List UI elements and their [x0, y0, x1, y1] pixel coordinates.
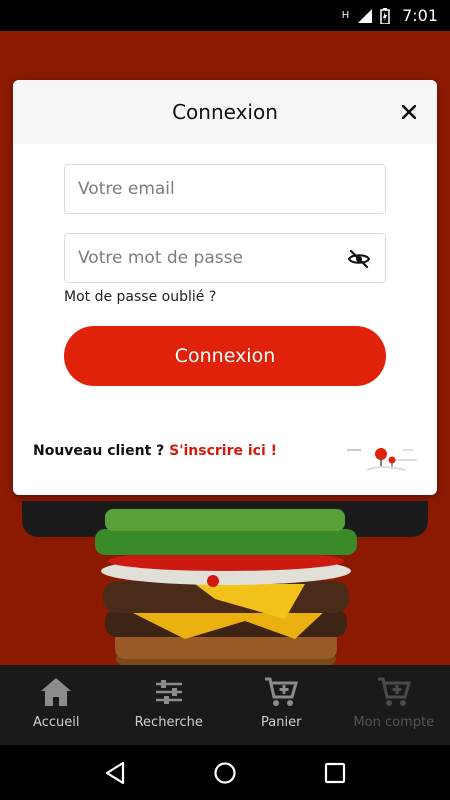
- login-modal: Connexion Mot de passe oublié ? Connexio…: [13, 80, 437, 495]
- sliders-icon: [155, 680, 182, 704]
- back-triangle-icon: [105, 761, 125, 784]
- back-button[interactable]: [100, 758, 130, 788]
- nav-account[interactable]: Mon compte: [338, 665, 450, 745]
- bottom-navigation: Accueil Recherche Panier Mon compte: [0, 665, 450, 745]
- modal-header: Connexion: [13, 80, 437, 144]
- new-client-label: Nouveau client ?: [33, 443, 165, 459]
- close-button[interactable]: [397, 100, 421, 124]
- email-field[interactable]: [64, 164, 386, 214]
- signup-row: Nouveau client ? S'inscrire ici !: [33, 443, 277, 459]
- nav-home-label: Accueil: [33, 715, 80, 730]
- signup-link[interactable]: S'inscrire ici !: [169, 443, 277, 459]
- nav-cart-label: Panier: [261, 715, 302, 730]
- nav-search-label: Recherche: [134, 715, 203, 730]
- system-navigation-bar: [0, 745, 450, 800]
- cart-plus-icon: [377, 677, 411, 706]
- cart-plus-icon: [265, 677, 299, 706]
- nav-home[interactable]: Accueil: [0, 665, 113, 745]
- password-input[interactable]: [78, 248, 335, 268]
- home-circle-icon: [214, 761, 236, 784]
- recents-button[interactable]: [320, 758, 350, 788]
- login-button[interactable]: Connexion: [64, 326, 386, 386]
- burger-image: [95, 509, 357, 665]
- close-icon: [402, 105, 416, 119]
- eye-slash-icon[interactable]: [347, 247, 371, 271]
- email-input[interactable]: [78, 179, 385, 199]
- nav-cart[interactable]: Panier: [225, 665, 338, 745]
- clock: 7:01: [402, 6, 438, 25]
- nav-search[interactable]: Recherche: [113, 665, 226, 745]
- nav-account-label: Mon compte: [353, 715, 435, 730]
- map-pin-decoration-icon: [347, 448, 417, 471]
- signal-icon: [358, 8, 373, 23]
- status-bar: H 7:01: [0, 0, 450, 31]
- signal-indicator: H: [341, 10, 351, 21]
- home-button[interactable]: [210, 758, 240, 788]
- recents-square-icon: [324, 762, 346, 783]
- modal-title: Connexion: [172, 100, 278, 124]
- home-icon: [41, 678, 72, 706]
- password-field[interactable]: [64, 233, 386, 283]
- battery-icon: [380, 7, 390, 24]
- forgot-password-link[interactable]: Mot de passe oublié ?: [64, 289, 216, 305]
